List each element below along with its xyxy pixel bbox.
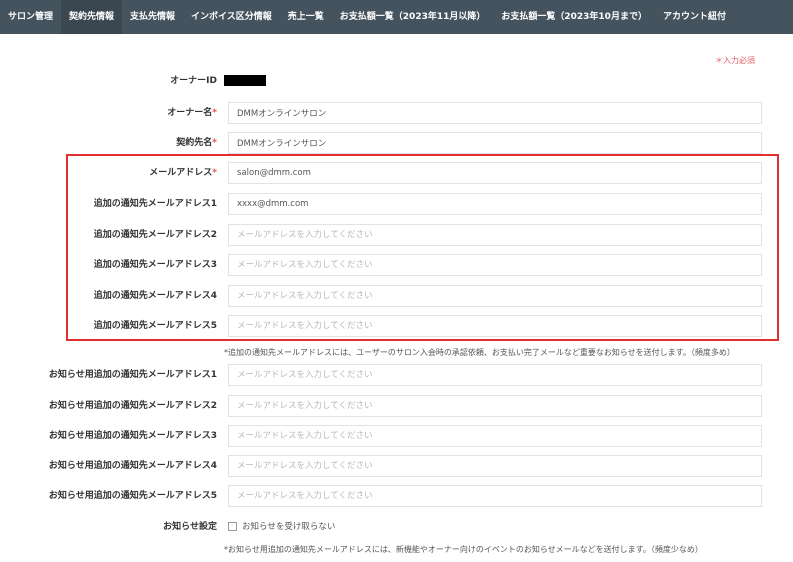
news-email-label-4: お知らせ用追加の通知先メールアドレス4 <box>48 461 217 471</box>
notify-email-label-4: 追加の通知先メールアドレス4 <box>93 291 217 301</box>
notify-email-label-1: 追加の通知先メールアドレス1 <box>93 199 217 209</box>
news-email-row-1: お知らせ用追加の通知先メールアドレス1 <box>0 364 793 386</box>
email-input[interactable] <box>228 162 762 184</box>
notify-email-label-5: 追加の通知先メールアドレス5 <box>93 321 217 331</box>
required-note: ＊入力必須 <box>715 56 755 65</box>
news-email-input-2[interactable] <box>228 395 762 417</box>
news-email-row-4: お知らせ用追加の通知先メールアドレス4 <box>0 455 793 477</box>
notify-email-label-2: 追加の通知先メールアドレス2 <box>93 230 217 240</box>
owner-id-label: オーナーID <box>170 76 217 86</box>
news-email-input-3[interactable] <box>228 425 762 447</box>
news-email-label-1: お知らせ用追加の通知先メールアドレス1 <box>48 370 217 380</box>
notify-email-input-5[interactable] <box>228 315 762 337</box>
news-email-row-5: お知らせ用追加の通知先メールアドレス5 <box>0 485 793 507</box>
notify-email-row-2: 追加の通知先メールアドレス2 <box>0 224 793 246</box>
notify-email-input-2[interactable] <box>228 224 762 246</box>
news-email-input-1[interactable] <box>228 364 762 386</box>
top-nav: サロン管理 契約先情報 支払先情報 インボイス区分情報 売上一覧 お支払額一覧（… <box>0 0 793 34</box>
notify-email-row-1: 追加の通知先メールアドレス1 <box>0 193 793 215</box>
contract-name-input[interactable] <box>228 132 762 154</box>
owner-name-row: オーナー名* <box>0 102 793 124</box>
news-email-label-3: お知らせ用追加の通知先メールアドレス3 <box>48 431 217 441</box>
tab-salon-management[interactable]: サロン管理 <box>0 0 61 34</box>
contract-name-row: 契約先名* <box>0 132 793 154</box>
tab-contract-info[interactable]: 契約先情報 <box>61 0 123 34</box>
news-email-row-3: お知らせ用追加の通知先メールアドレス3 <box>0 425 793 447</box>
tab-sales-list[interactable]: 売上一覧 <box>280 0 332 34</box>
owner-id-redacted <box>224 75 266 86</box>
news-email-input-5[interactable] <box>228 485 762 507</box>
notify-email-input-4[interactable] <box>228 285 762 307</box>
notify-email-row-5: 追加の通知先メールアドレス5 <box>0 315 793 337</box>
news-setting-row: お知らせ設定 お知らせを受け取らない <box>0 516 793 538</box>
news-optout-checkbox-label[interactable]: お知らせを受け取らない <box>242 516 335 538</box>
notify-email-row-4: 追加の通知先メールアドレス4 <box>0 285 793 307</box>
email-row: メールアドレス* <box>0 162 793 184</box>
notify-email-label-3: 追加の通知先メールアドレス3 <box>93 260 217 270</box>
notify-email-note: *追加の通知先メールアドレスには、ユーザーのサロン入会時の承認依頼、お支払い完了… <box>224 348 735 357</box>
owner-name-label: オーナー名* <box>167 108 217 118</box>
news-email-label-2: お知らせ用追加の通知先メールアドレス2 <box>48 401 217 411</box>
notify-email-row-3: 追加の通知先メールアドレス3 <box>0 254 793 276</box>
owner-id-row: オーナーID <box>0 70 793 92</box>
news-email-label-5: お知らせ用追加の通知先メールアドレス5 <box>48 491 217 501</box>
news-email-input-4[interactable] <box>228 455 762 477</box>
email-label: メールアドレス* <box>149 168 217 178</box>
news-optout-checkbox[interactable] <box>228 522 237 531</box>
tab-payment-list-until-2023-10[interactable]: お支払額一覧（2023年10月まで） <box>493 0 655 34</box>
tab-invoice-category[interactable]: インボイス区分情報 <box>183 0 280 34</box>
news-email-row-2: お知らせ用追加の通知先メールアドレス2 <box>0 395 793 417</box>
notify-email-input-1[interactable] <box>228 193 762 215</box>
tab-payee-info[interactable]: 支払先情報 <box>122 0 183 34</box>
owner-name-input[interactable] <box>228 102 762 124</box>
tab-account-link[interactable]: アカウント紐付 <box>655 0 734 34</box>
news-email-note: *お知らせ用追加の通知先メールアドレスには、新機能やオーナー向けのイベントのお知… <box>224 545 703 554</box>
contract-name-label: 契約先名* <box>176 138 217 148</box>
notify-email-input-3[interactable] <box>228 254 762 276</box>
news-setting-label: お知らせ設定 <box>163 522 217 532</box>
tab-payment-list-after-2023-11[interactable]: お支払額一覧（2023年11月以降） <box>332 0 494 34</box>
